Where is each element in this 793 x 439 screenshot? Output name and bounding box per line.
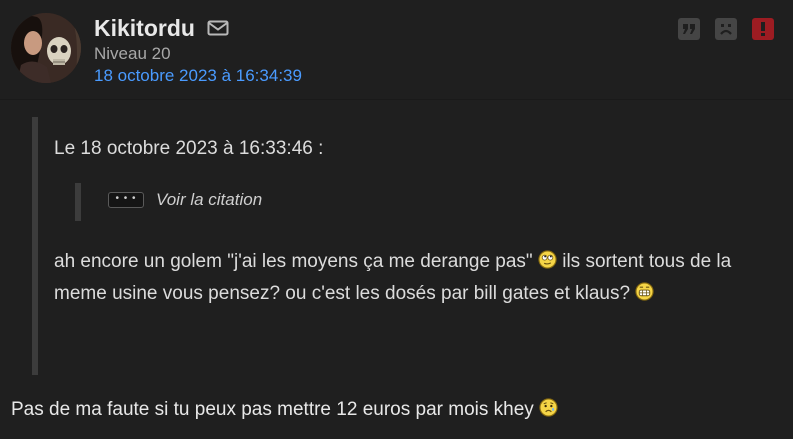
reply-message: Pas de ma faute si tu peux pas mettre 12… [11, 397, 791, 423]
sad-smiley-icon [539, 398, 558, 417]
see-quote-link[interactable]: Voir la citation [156, 190, 262, 210]
avatar-image [11, 13, 81, 83]
header-divider [0, 99, 793, 100]
envelope-icon[interactable] [207, 20, 229, 36]
quote-button[interactable] [678, 18, 700, 40]
rolling-eyes-smiley-icon [538, 250, 557, 269]
kick-button[interactable] [715, 18, 737, 40]
report-button[interactable] [752, 18, 774, 40]
grinning-teeth-smiley-icon [635, 282, 654, 301]
quoted-message: ah encore un golem "j'ai les moyens ça m… [54, 246, 754, 310]
exclamation-icon [761, 22, 765, 36]
nested-quote-bar [75, 183, 81, 221]
post-date-link[interactable]: 18 octobre 2023 à 16:34:39 [94, 66, 302, 86]
quote-bar [32, 117, 38, 375]
sad-face-icon [720, 24, 732, 35]
author-name[interactable]: Kikitordu [94, 14, 195, 42]
author-level: Niveau 20 [94, 44, 171, 63]
expand-quote-button[interactable]: • • • [108, 192, 144, 208]
quote-icon [683, 24, 695, 34]
avatar[interactable] [11, 13, 81, 83]
quoted-text-part1: ah encore un golem "j'ai les moyens ça m… [54, 251, 533, 272]
reply-text: Pas de ma faute si tu peux pas mettre 12… [11, 399, 534, 420]
quote-header: Le 18 octobre 2023 à 16:33:46 : [54, 138, 324, 159]
forum-post: Kikitordu Niveau 20 18 octobre 2023 à 16… [0, 0, 793, 439]
